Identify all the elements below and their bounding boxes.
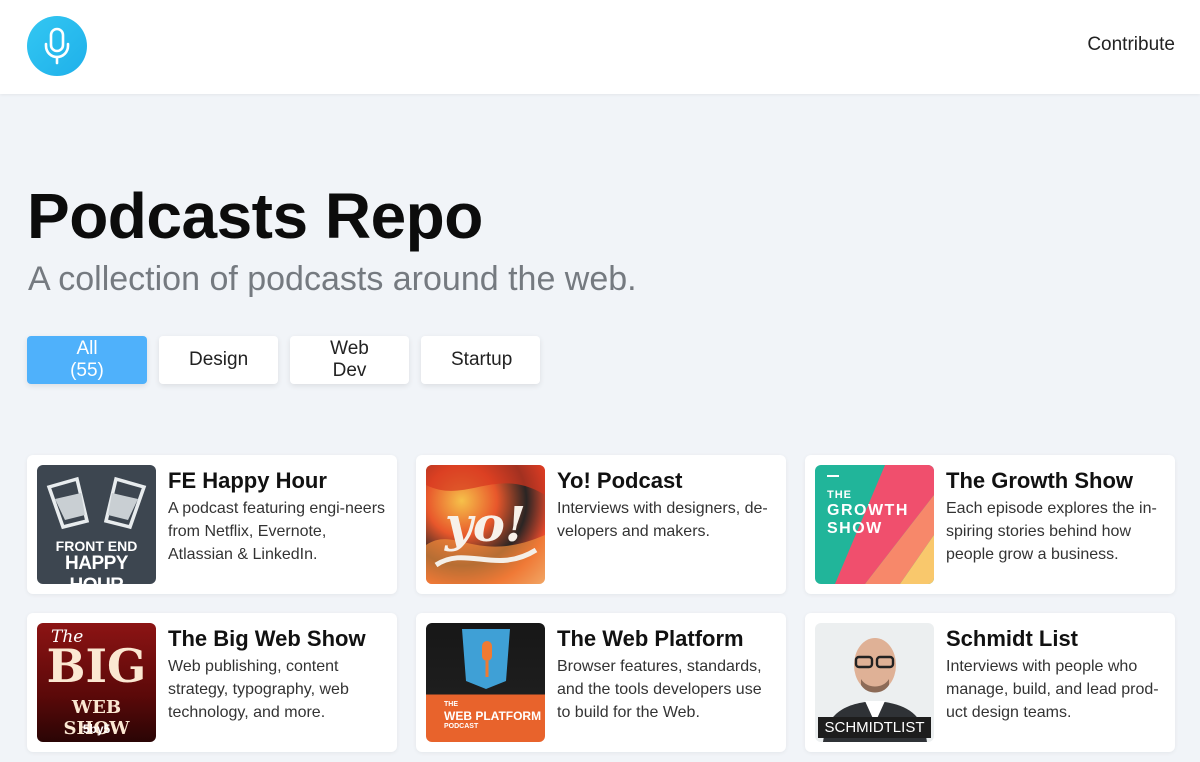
podcast-title: The Growth Show (946, 468, 1133, 493)
podcast-description: Web publishing, content strategy, typogr… (168, 658, 349, 721)
podcast-card-web-platform[interactable]: THE WEB PLATFORM PODCAST The Web Platfor… (416, 613, 786, 752)
yo-podcast-cover: yo! (426, 465, 545, 584)
schmidt-list-cover-text: SCHMIDTLIST (818, 717, 931, 738)
podcast-description: Each episode explores the in-spiring sto… (946, 500, 1157, 563)
podcast-title: The Web Platform (557, 626, 744, 651)
contribute-link[interactable]: Contribute (1087, 34, 1175, 56)
podcast-description: Interviews with people who manage, build… (946, 658, 1159, 721)
podcast-title: Yo! Podcast (557, 468, 683, 493)
growth-show-cover-line2: GROWTH (827, 502, 909, 519)
filter-startup-button[interactable]: Startup (421, 336, 540, 384)
filter-webdev-button[interactable]: Web Dev (290, 336, 409, 384)
filter-design-button[interactable]: Design (159, 336, 278, 384)
podcast-card-yo-podcast[interactable]: yo! Yo! Podcast Interviews with designer… (416, 455, 786, 594)
yo-podcast-cover-text: yo! (445, 497, 526, 553)
growth-show-cover-line1: THE (827, 489, 852, 501)
top-header: Contribute (0, 0, 1200, 94)
logo-button[interactable] (27, 16, 87, 76)
podcast-card-growth-show[interactable]: THE GROWTH SHOW The Growth Show Each epi… (805, 455, 1175, 594)
fe-happy-hour-cover-line1: FRONT END (55, 538, 138, 554)
big-web-show-cover-line4: 5by5 (82, 722, 111, 736)
big-web-show-cover: The BIG WEB SHOW 5by5 (37, 623, 156, 742)
big-web-show-cover-line2: BIG (46, 639, 147, 693)
web-platform-cover-line1: THE (444, 701, 458, 708)
fe-happy-hour-cover-line2: HAPPY HOUR (65, 553, 128, 584)
web-platform-cover-line3: PODCAST (444, 723, 479, 730)
page-title: Podcasts Repo (27, 180, 483, 252)
web-platform-cover: THE WEB PLATFORM PODCAST (426, 623, 545, 742)
podcast-card-fe-happy-hour[interactable]: FRONT END HAPPY HOUR FE Happy Hour A pod… (27, 455, 397, 594)
podcast-description: Interviews with designers, de-velopers a… (557, 500, 768, 540)
podcast-title: Schmidt List (946, 626, 1079, 651)
podcast-description: A podcast featuring engi-neers from Netf… (168, 500, 386, 563)
schmidt-list-cover: SCHMIDTLIST (815, 623, 934, 742)
podcast-title: The Big Web Show (168, 626, 366, 651)
microphone-icon (44, 27, 70, 65)
podcast-title: FE Happy Hour (168, 468, 327, 493)
growth-show-cover: THE GROWTH SHOW (815, 465, 934, 584)
podcast-grid: FRONT END HAPPY HOUR FE Happy Hour A pod… (27, 455, 1175, 752)
podcast-card-schmidt-list[interactable]: SCHMIDTLIST Schmidt List Interviews with… (805, 613, 1175, 752)
growth-show-cover-line3: SHOW (827, 520, 883, 537)
podcast-card-big-web-show[interactable]: The BIG WEB SHOW 5by5 The Big Web Show W… (27, 613, 397, 752)
podcast-description: Browser features, standards, and the too… (557, 658, 762, 721)
category-filters: All (55) Design Web Dev Startup (27, 336, 540, 384)
filter-all-button[interactable]: All (55) (27, 336, 147, 384)
web-platform-cover-line2: WEB PLATFORM (444, 709, 542, 723)
fe-happy-hour-cover: FRONT END HAPPY HOUR (37, 465, 156, 584)
page-subtitle: A collection of podcasts around the web. (28, 260, 637, 298)
